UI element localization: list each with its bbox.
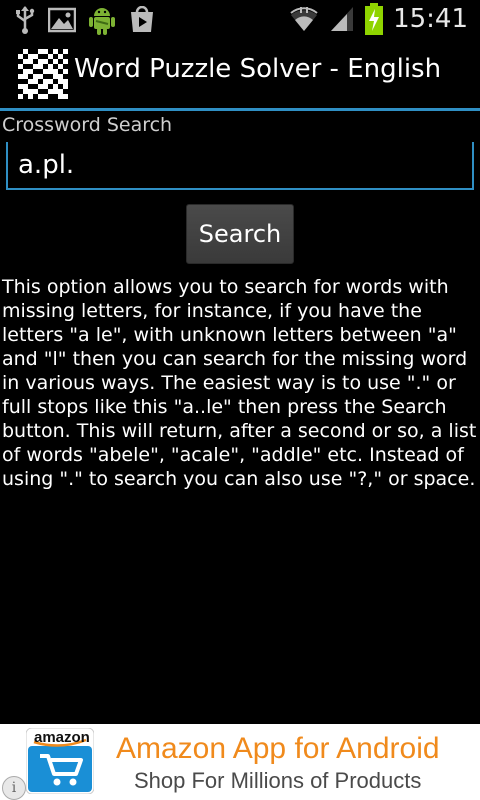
crossword-search-label: Crossword Search	[2, 114, 173, 136]
help-description: This option allows you to search for wor…	[2, 276, 477, 490]
usb-icon	[16, 6, 35, 34]
signal-icon	[331, 7, 354, 31]
status-bar: 15:41	[0, 0, 480, 38]
ad-banner[interactable]: amazon Amazon App for Android Shop For M…	[0, 724, 480, 800]
play-store-icon	[131, 6, 153, 32]
search-input[interactable]	[6, 142, 474, 190]
app-title: Word Puzzle Solver - English	[74, 54, 442, 84]
ad-info-icon[interactable]: i	[2, 776, 26, 800]
ad-title[interactable]: Amazon App for Android	[116, 732, 440, 766]
ad-subtitle: Shop For Millions of Products	[134, 768, 422, 793]
gallery-icon	[48, 7, 76, 33]
wifi-icon	[290, 7, 318, 32]
android-icon	[89, 8, 115, 35]
status-bar-system: 15:41	[289, 2, 468, 36]
qr-code-icon	[18, 49, 68, 99]
action-bar: Word Puzzle Solver - English	[0, 38, 480, 111]
search-button[interactable]: Search	[186, 204, 294, 264]
ad-logo-text: amazon	[34, 729, 90, 746]
status-time: 15:41	[393, 4, 468, 34]
status-bar-notifications	[14, 4, 156, 36]
battery-charging-icon	[365, 3, 384, 35]
